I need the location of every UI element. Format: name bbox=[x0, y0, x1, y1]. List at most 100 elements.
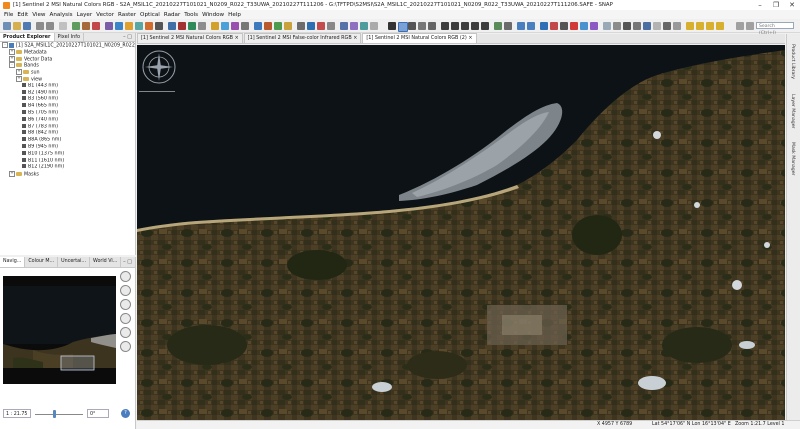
mask-manager-tab[interactable]: Mask Manager bbox=[790, 142, 795, 175]
tree-node[interactable]: - [1] S2A_MSIL1C_20210227T101021_N0209_R0… bbox=[0, 42, 135, 49]
expand-icon[interactable]: + bbox=[16, 75, 22, 82]
tree-node[interactable]: B8 (842 nm) bbox=[0, 130, 135, 137]
collocate-icon[interactable] bbox=[231, 22, 239, 30]
tab-natural-colors-rgb[interactable]: [1] Sentinel 2 MSI Natural Colors RGB × bbox=[137, 33, 243, 43]
radiometric-icon[interactable] bbox=[340, 22, 348, 30]
spectrum-view-icon[interactable] bbox=[145, 22, 153, 30]
menu-radar[interactable]: Radar bbox=[162, 12, 182, 18]
gcp-tool-icon[interactable] bbox=[428, 22, 436, 30]
expand-icon[interactable]: + bbox=[9, 55, 15, 62]
menu-raster[interactable]: Raster bbox=[116, 12, 138, 18]
tab-product-explorer[interactable]: Product Explorer bbox=[0, 33, 55, 41]
menu-layer[interactable]: Layer bbox=[75, 12, 95, 18]
zoom-slider-thumb[interactable] bbox=[53, 410, 56, 418]
sentinel-tools-icon[interactable] bbox=[360, 22, 368, 30]
sigma-icon[interactable] bbox=[155, 22, 163, 30]
select-tool-icon[interactable] bbox=[388, 22, 396, 30]
overlay-shape-icon[interactable] bbox=[663, 22, 671, 30]
rotation-angle-input[interactable]: 0° bbox=[87, 409, 109, 418]
minimize-button[interactable]: – bbox=[752, 0, 768, 10]
zoom-in-icon[interactable] bbox=[120, 271, 131, 282]
open-product-icon[interactable] bbox=[13, 22, 21, 30]
world-map-icon[interactable] bbox=[168, 22, 176, 30]
overlay-world-icon[interactable] bbox=[623, 22, 631, 30]
layer-manager-tab[interactable]: Layer Manager bbox=[790, 94, 795, 128]
calibrate-icon[interactable] bbox=[264, 22, 272, 30]
expand-icon[interactable]: + bbox=[16, 69, 22, 76]
zoom-slider-track[interactable] bbox=[35, 414, 83, 415]
menu-help[interactable]: Help bbox=[226, 12, 243, 18]
overlay-mask-icon[interactable] bbox=[653, 22, 661, 30]
pixel-pos-icon[interactable] bbox=[540, 22, 548, 30]
tree-node[interactable]: + sun bbox=[0, 69, 135, 76]
sync-cursor-nav-icon[interactable] bbox=[120, 341, 131, 352]
tab-colour-manipulation[interactable]: Colour M... bbox=[25, 257, 59, 267]
tree-node[interactable]: B5 (705 nm) bbox=[0, 109, 135, 117]
line-tool-icon[interactable] bbox=[441, 22, 449, 30]
overlay-grid-icon[interactable] bbox=[603, 22, 611, 30]
overlay-gcp-icon[interactable] bbox=[643, 22, 651, 30]
layout-icon[interactable] bbox=[736, 22, 744, 30]
mask-manager-icon[interactable] bbox=[241, 22, 249, 30]
tile-evenly-icon[interactable] bbox=[686, 22, 694, 30]
statistics-icon[interactable] bbox=[115, 22, 123, 30]
expand-icon[interactable]: + bbox=[9, 48, 15, 55]
tree-node[interactable]: B11 (1610 nm) bbox=[0, 157, 135, 165]
panel-window-buttons[interactable]: – □ bbox=[123, 34, 135, 40]
tab-false-color-infrared-rgb[interactable]: [1] Sentinel 2 MSI False-color Infrared … bbox=[243, 33, 362, 43]
placemark-icon[interactable] bbox=[570, 22, 578, 30]
satellite-image-view[interactable] bbox=[137, 45, 785, 420]
tile-horizontally-icon[interactable] bbox=[696, 22, 704, 30]
overlay-pins-icon[interactable] bbox=[633, 22, 641, 30]
batch-processing-icon[interactable] bbox=[92, 22, 100, 30]
band-maths-icon[interactable] bbox=[72, 22, 80, 30]
collapse-icon[interactable]: - bbox=[2, 42, 8, 48]
menu-view[interactable]: View bbox=[30, 12, 47, 18]
overlay-noData-icon[interactable] bbox=[673, 22, 681, 30]
tree-node[interactable]: + Metadata bbox=[0, 48, 135, 56]
tab-navigation[interactable]: Navig... bbox=[0, 257, 26, 267]
tree-node[interactable]: B10 (1375 nm) bbox=[0, 150, 135, 158]
tree-node[interactable]: B7 (783 nm) bbox=[0, 123, 135, 131]
range-finder-icon[interactable] bbox=[504, 22, 512, 30]
tree-node[interactable]: B9 (945 nm) bbox=[0, 143, 135, 151]
menu-vector[interactable]: Vector bbox=[94, 12, 116, 18]
menu-window[interactable]: Window bbox=[200, 12, 226, 18]
insar-stack-icon[interactable] bbox=[307, 22, 315, 30]
tree-node[interactable]: + view bbox=[0, 75, 135, 83]
sync-views-nav-icon[interactable] bbox=[120, 327, 131, 338]
tile-single-icon[interactable] bbox=[716, 22, 724, 30]
tree-node[interactable]: + Vector Data bbox=[0, 55, 135, 63]
tree-node[interactable]: - Bands bbox=[0, 62, 135, 69]
tab-uncertainty[interactable]: Uncertai... bbox=[58, 257, 90, 267]
close-tab-icon[interactable]: × bbox=[468, 35, 472, 41]
histogram-icon[interactable] bbox=[105, 22, 113, 30]
menu-file[interactable]: File bbox=[2, 12, 15, 18]
expand-icon[interactable]: + bbox=[9, 171, 15, 178]
subset-icon[interactable] bbox=[198, 22, 206, 30]
graph-builder-icon[interactable] bbox=[82, 22, 90, 30]
sync-views-icon[interactable] bbox=[527, 22, 535, 30]
save-product-icon[interactable] bbox=[23, 22, 31, 30]
undo-icon[interactable] bbox=[36, 22, 44, 30]
menu-optical[interactable]: Optical bbox=[138, 12, 162, 18]
tree-node[interactable]: B3 (560 nm) bbox=[0, 96, 135, 103]
collapse-icon[interactable]: - bbox=[9, 62, 15, 69]
pin-tool-icon[interactable] bbox=[418, 22, 426, 30]
profile-plot-icon[interactable] bbox=[135, 22, 143, 30]
pin-manager-icon[interactable] bbox=[550, 22, 558, 30]
orbit-file-icon[interactable] bbox=[327, 22, 335, 30]
ellipse-tool-icon[interactable] bbox=[481, 22, 489, 30]
terrain-correction-icon[interactable] bbox=[254, 22, 262, 30]
speckle-filter-icon[interactable] bbox=[274, 22, 282, 30]
product-library-tab[interactable]: Product Library bbox=[790, 44, 795, 79]
preferences-icon[interactable] bbox=[59, 22, 67, 30]
coregistration-icon[interactable] bbox=[284, 22, 292, 30]
zoom-out-icon[interactable] bbox=[120, 285, 131, 296]
gcp-manager-icon[interactable] bbox=[560, 22, 568, 30]
tab-pixel-info[interactable]: Pixel Info bbox=[55, 33, 85, 41]
tree-node[interactable]: B1 (443 nm) bbox=[0, 82, 135, 90]
nav-panel-window-buttons[interactable]: – □ bbox=[123, 259, 135, 265]
navigation-overview-map[interactable] bbox=[3, 276, 116, 384]
mosaic-icon[interactable] bbox=[221, 22, 229, 30]
